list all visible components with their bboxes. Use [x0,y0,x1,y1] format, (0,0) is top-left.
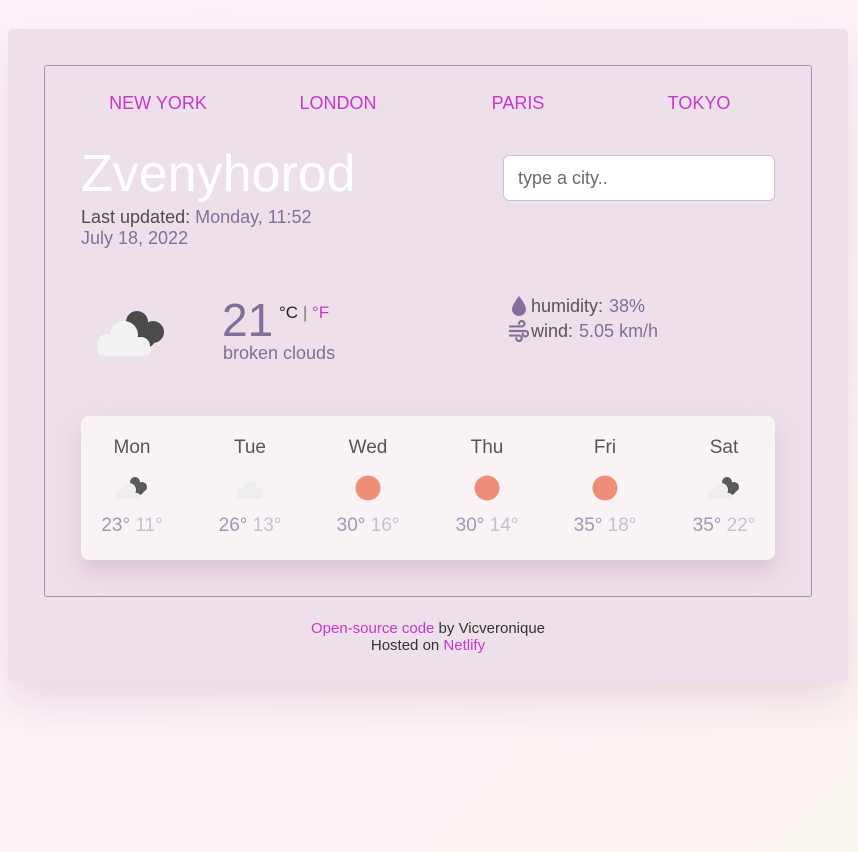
cloud-icon [237,481,263,499]
forecast-temps: 23° 11° [82,515,182,537]
unit-separator: | [302,303,308,322]
forecast-day-name: Sat [709,437,739,458]
forecast-day-name: Wed [348,437,388,458]
wind-icon [509,320,529,342]
weather-app-card: NEW YORK LONDON PARIS TOKYO Zvenyhorod L… [8,29,848,682]
city-shortcuts: NEW YORK LONDON PARIS TOKYO [45,93,811,117]
city-link-tokyo[interactable]: TOKYO [668,93,731,114]
last-updated-time: Monday, 11:52 [195,207,312,227]
fahrenheit-link[interactable]: °F [312,303,329,322]
city-search-input[interactable] [503,155,775,201]
forecast-temps: 30° 16° [318,515,418,537]
netlify-link[interactable]: Netlify [443,637,485,654]
forecast-max: 35° [573,515,603,536]
forecast-max: 23° [101,515,131,536]
forecast-day-name: Fri [593,437,617,458]
sun-icon [474,475,500,501]
forecast-day-name: Thu [470,437,504,458]
hosted-on-text: Hosted on [370,637,444,654]
wind-row: wind: 5.05 km/h [509,320,658,342]
forecast-panel: Mon 23° 11° Tue 26° 13° Wed 30° 16° Thu … [81,416,775,560]
forecast-max: 26° [218,515,248,536]
forecast-max: 30° [336,515,366,536]
celsius-unit[interactable]: °C [279,303,298,322]
weather-description: broken clouds [223,343,336,363]
last-updated-date: July 18, 2022 [81,228,189,248]
broken-clouds-icon [708,477,739,499]
forecast-max: 30° [455,515,485,536]
forecast-day: Tue 26° 13° [200,416,300,560]
forecast-min: 22° [726,515,756,536]
forecast-day-name: Mon [113,437,151,458]
water-drop-icon [512,296,526,316]
forecast-temps: 35° 22° [674,515,774,537]
city-link-paris[interactable]: PARIS [492,93,545,114]
last-updated-label: Last updated: [81,207,191,227]
forecast-day: Mon 23° 11° [82,416,182,560]
broken-clouds-icon [116,477,147,499]
forecast-min: 13° [252,515,282,536]
author-credit: by Vicveronique [434,620,546,637]
last-updated: Last updated: Monday, 11:52 July 18, 202… [81,207,312,249]
forecast-min: 11° [135,515,163,536]
forecast-temps: 30° 14° [437,515,537,537]
sun-icon [592,475,618,501]
forecast-min: 18° [607,515,637,536]
broken-clouds-icon [97,311,164,356]
sun-icon [355,475,381,501]
city-name: Zvenyhorod [81,145,356,203]
forecast-day: Fri 35° 18° [555,416,655,560]
forecast-temps: 26° 13° [200,515,300,537]
weather-container: NEW YORK LONDON PARIS TOKYO Zvenyhorod L… [44,65,812,597]
forecast-day-name: Tue [233,437,267,458]
forecast-min: 14° [489,515,519,536]
unit-toggle: °C | °F [279,303,329,323]
source-code-link[interactable]: Open-source code [311,620,434,637]
wind-value: 5.05 km/h [579,320,659,341]
forecast-day: Wed 30° 16° [318,416,418,560]
forecast-temps: 35° 18° [555,515,655,537]
humidity-value: 38% [609,295,646,316]
city-link-new-york[interactable]: NEW YORK [109,93,207,114]
forecast-max: 35° [692,515,722,536]
current-temperature: 21 [222,294,274,346]
forecast-day: Thu 30° 14° [437,416,537,560]
humidity-row: humidity: 38% [509,295,645,317]
forecast-min: 16° [370,515,400,536]
humidity-label: humidity: [531,295,604,316]
wind-label: wind: [531,320,574,341]
forecast-day: Sat 35° 22° [674,416,774,560]
city-link-london[interactable]: LONDON [299,93,376,114]
footer: Open-source code by Vicveronique Hosted … [8,620,848,654]
